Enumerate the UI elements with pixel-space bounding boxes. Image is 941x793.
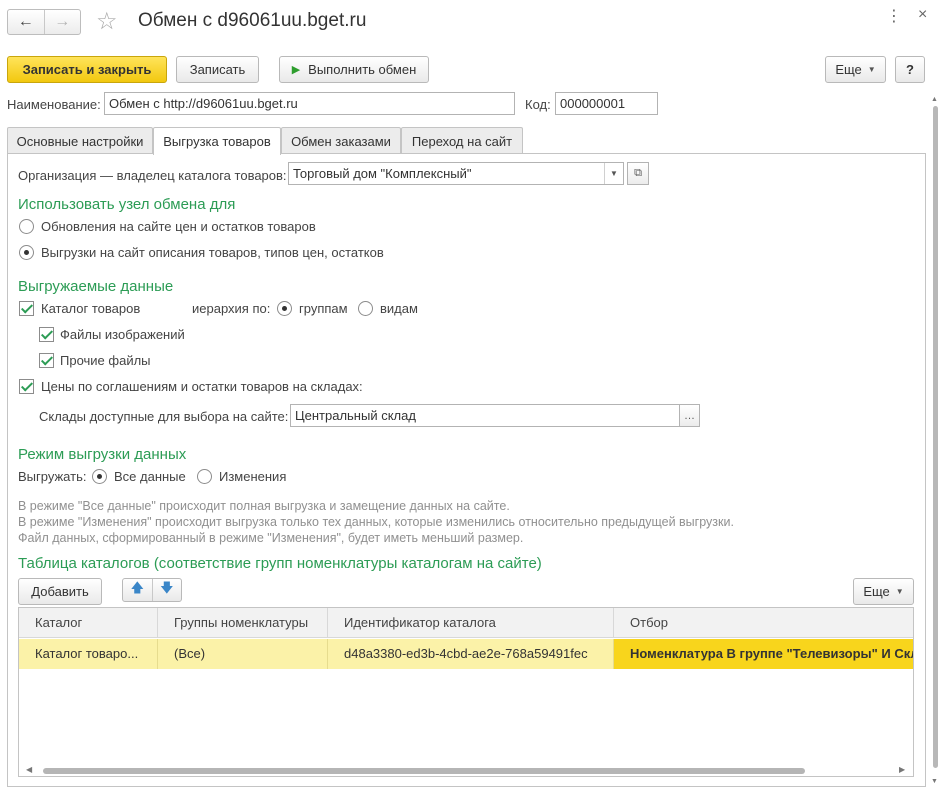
- code-field[interactable]: 000000001: [555, 92, 658, 115]
- navigation-buttons: ← →: [7, 9, 81, 35]
- window-title: Обмен с d96061uu.bget.ru: [138, 10, 367, 31]
- add-button[interactable]: Добавить: [18, 578, 102, 605]
- name-field[interactable]: Обмен с http://d96061uu.bget.ru: [104, 92, 515, 115]
- tab-go-to-site[interactable]: Переход на сайт: [401, 127, 523, 154]
- tab-goods-export[interactable]: Выгрузка товаров: [153, 127, 281, 155]
- column-header-catalog-id[interactable]: Идентификатор каталога: [328, 608, 614, 638]
- run-exchange-label: Выполнить обмен: [308, 62, 417, 77]
- favorite-star-icon[interactable]: ☆: [96, 8, 118, 36]
- use-node-section-title: Использовать узел обмена для: [18, 196, 236, 213]
- chevron-down-icon: ▼: [867, 65, 876, 74]
- more-button[interactable]: Еще ▼: [825, 56, 886, 83]
- vertical-scrollbar[interactable]: ▲ ▼: [930, 96, 940, 788]
- export-mode-label: Выгружать:: [18, 469, 87, 484]
- name-label: Наименование:: [7, 97, 101, 112]
- back-arrow-icon[interactable]: ←: [8, 10, 44, 34]
- close-icon[interactable]: ×: [918, 6, 927, 24]
- radio-hierarchy-groups-label: группам: [299, 301, 348, 316]
- scroll-left-icon[interactable]: ◀: [26, 765, 32, 774]
- radio-mode-all[interactable]: [92, 469, 107, 484]
- code-label: Код:: [525, 97, 551, 112]
- warehouses-field[interactable]: Центральный склад: [290, 404, 680, 427]
- radio-export-descriptions[interactable]: [19, 245, 34, 260]
- catalog-checkbox[interactable]: [19, 301, 34, 316]
- mode-note-line: Файл данных, сформированный в режиме "Из…: [18, 531, 524, 545]
- radio-mode-all-label: Все данные: [114, 469, 186, 484]
- other-files-checkbox[interactable]: [39, 353, 54, 368]
- organization-field[interactable]: Торговый дом "Комплексный": [288, 162, 624, 185]
- select-ellipsis-button[interactable]: …: [679, 404, 700, 427]
- radio-hierarchy-kinds[interactable]: [358, 301, 373, 316]
- table-more-label: Еще: [863, 584, 890, 599]
- column-header-catalog[interactable]: Каталог: [19, 608, 158, 638]
- cell-filter[interactable]: Номенклатура В группе "Телевизоры" И Скл…: [614, 639, 913, 669]
- radio-update-prices-label: Обновления на сайте цен и остатков товар…: [41, 219, 316, 234]
- export-data-section-title: Выгружаемые данные: [18, 278, 174, 295]
- radio-mode-changes-label: Изменения: [219, 469, 287, 484]
- radio-export-descriptions-label: Выгрузки на сайт описания товаров, типов…: [41, 245, 384, 260]
- cell-catalog-id[interactable]: d48a3380-ed3b-4cbd-ae2e-768a59491fec: [328, 639, 614, 669]
- cell-groups[interactable]: (Все): [158, 639, 328, 669]
- table-row[interactable]: Каталог товаро... (Все) d48a3380-ed3b-4c…: [19, 639, 913, 669]
- arrow-up-icon[interactable]: 🡅: [123, 579, 152, 601]
- more-label: Еще: [835, 62, 862, 77]
- radio-update-prices[interactable]: [19, 219, 34, 234]
- organization-label: Организация — владелец каталога товаров:: [18, 168, 287, 183]
- mode-note-line: В режиме "Все данные" происходит полная …: [18, 499, 510, 513]
- scroll-up-icon[interactable]: ▲: [931, 96, 938, 103]
- open-icon[interactable]: ⧉: [627, 162, 649, 185]
- other-files-label: Прочие файлы: [60, 353, 151, 368]
- column-header-groups[interactable]: Группы номенклатуры: [158, 608, 328, 638]
- radio-hierarchy-groups[interactable]: [277, 301, 292, 316]
- prices-checkbox[interactable]: [19, 379, 34, 394]
- scroll-down-icon[interactable]: ▼: [931, 778, 938, 785]
- chevron-down-icon[interactable]: ▼: [604, 163, 623, 184]
- vertical-scroll-thumb[interactable]: [933, 106, 938, 768]
- grid-header: Каталог Группы номенклатуры Идентификато…: [19, 608, 913, 638]
- table-more-button[interactable]: Еще ▼: [853, 578, 914, 605]
- arrow-down-icon[interactable]: 🡇: [151, 579, 182, 601]
- hierarchy-label: иерархия по:: [192, 301, 271, 316]
- run-exchange-button[interactable]: ▶ Выполнить обмен: [279, 56, 429, 83]
- catalog-grid[interactable]: Каталог Группы номенклатуры Идентификато…: [18, 607, 914, 777]
- play-icon: ▶: [291, 64, 301, 76]
- chevron-down-icon: ▼: [895, 587, 904, 596]
- organization-value: Торговый дом "Комплексный": [293, 166, 472, 181]
- tab-main-settings[interactable]: Основные настройки: [7, 127, 153, 154]
- mode-note-line: В режиме "Изменения" происходит выгрузка…: [18, 515, 734, 529]
- help-button[interactable]: ?: [895, 56, 925, 83]
- prices-label: Цены по соглашениям и остатки товаров на…: [41, 379, 363, 394]
- cell-catalog[interactable]: Каталог товаро...: [19, 639, 158, 669]
- forward-arrow-icon[interactable]: →: [43, 10, 81, 34]
- horizontal-scrollbar[interactable]: ◀ ▶: [19, 764, 913, 776]
- warehouses-label: Склады доступные для выбора на сайте:: [39, 409, 289, 424]
- save-button[interactable]: Записать: [176, 56, 259, 83]
- column-header-filter[interactable]: Отбор: [614, 608, 913, 638]
- tab-order-exchange[interactable]: Обмен заказами: [281, 127, 401, 154]
- horizontal-scroll-thumb[interactable]: [43, 768, 805, 774]
- more-menu-icon[interactable]: ⋮: [886, 6, 903, 26]
- scroll-right-icon[interactable]: ▶: [899, 765, 905, 774]
- images-checkbox[interactable]: [39, 327, 54, 342]
- radio-mode-changes[interactable]: [197, 469, 212, 484]
- move-buttons: 🡅 🡇: [122, 578, 182, 602]
- catalog-table-title: Таблица каталогов (соответствие групп но…: [18, 555, 542, 572]
- radio-hierarchy-kinds-label: видам: [380, 301, 418, 316]
- save-and-close-button[interactable]: Записать и закрыть: [7, 56, 167, 83]
- images-label: Файлы изображений: [60, 327, 185, 342]
- catalog-label: Каталог товаров: [41, 301, 141, 316]
- export-mode-section-title: Режим выгрузки данных: [18, 446, 187, 463]
